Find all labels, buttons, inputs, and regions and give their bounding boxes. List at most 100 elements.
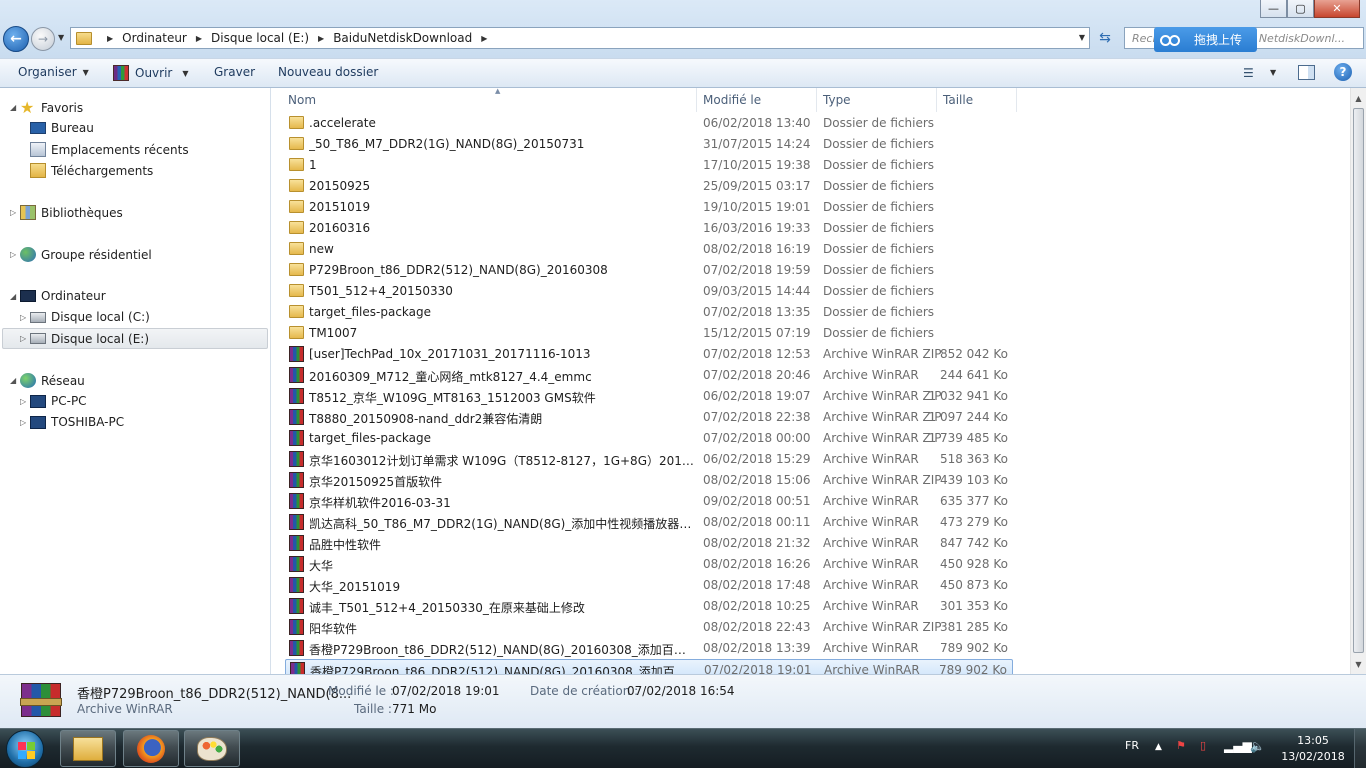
column-header-size[interactable]: Taille [937,88,1017,112]
show-desktop-button[interactable] [1354,729,1366,768]
table-row[interactable]: 诚丰_T501_512+4_20150330_在原来基础上修改 08/02/201… [285,596,1013,617]
start-button[interactable] [6,730,44,768]
expand-triangle-icon[interactable]: ▷ [10,250,20,259]
chevron-right-icon[interactable]: ▶ [107,34,113,43]
expand-triangle-icon[interactable]: ▷ [20,334,30,343]
file-modified: 07/02/2018 00:00 [703,431,811,445]
column-header-type[interactable]: Type [817,88,937,112]
nav-drive-c[interactable]: ▷ Disque local (C:) [20,310,150,324]
nav-recent-places[interactable]: Emplacements récents [30,142,189,157]
address-field[interactable]: ▶ Ordinateur ▶ Disque local (E:) ▶ Baidu… [70,27,1090,49]
expand-triangle-icon[interactable]: ◢ [10,292,20,301]
expand-triangle-icon[interactable]: ▷ [20,313,30,322]
table-row[interactable]: 品胜中性软件 08/02/2018 21:32 Archive WinRAR 847 … [285,533,1013,554]
nav-favorites[interactable]: ◢ ★ Favoris [10,100,83,116]
table-row[interactable]: 香橙P729Broon_t86_DDR2(512)_NAND(8G)_20160… [285,659,1013,674]
table-row[interactable]: T8512_京华_W109G_MT8163_1512003 GMS软件 06/02… [285,386,1013,407]
table-row[interactable]: [user]TechPad_10x_20171031_20171116-1013… [285,344,1013,365]
breadcrumb-computer[interactable]: Ordinateur [122,31,187,45]
show-hidden-icons-icon[interactable]: ▲ [1155,742,1162,752]
nav-downloads[interactable]: Téléchargements [30,163,153,178]
table-row[interactable]: 阳华软件 08/02/2018 22:43 Archive WinRAR ZIP 38… [285,617,1013,638]
chevron-right-icon[interactable]: ▶ [196,34,202,43]
expand-triangle-icon[interactable]: ▷ [10,208,20,217]
baidu-upload-button[interactable]: 拖拽上传 [1154,27,1257,52]
expand-triangle-icon[interactable]: ◢ [10,376,20,385]
table-row[interactable]: 20151019 19/10/2015 19:01 Dossier de fichi… [285,197,1013,218]
volume-icon[interactable]: 🔈 [1250,739,1265,753]
expand-triangle-icon[interactable]: ▷ [20,418,30,427]
table-row[interactable]: 大华 08/02/2018 16:26 Archive WinRAR 450 928 … [285,554,1013,575]
new-folder-button[interactable]: Nouveau dossier [278,65,378,79]
file-type: Archive WinRAR [823,641,919,655]
recent-pages-dropdown[interactable]: ▼ [58,33,64,42]
table-row[interactable]: target_files-package 07/02/2018 13:35 Doss… [285,302,1013,323]
nav-toshiba-pc[interactable]: ▷ TOSHIBA-PC [20,415,124,429]
taskbar-firefox[interactable] [123,730,179,767]
flag-icon[interactable]: ⚑ [1176,739,1186,752]
expand-triangle-icon[interactable]: ▷ [20,397,30,406]
clock[interactable]: 13:05 13/02/2018 [1278,733,1348,765]
table-row[interactable]: 京华1603012计划订单需求 W109G（T8512-8127，1G+8G）2… [285,449,1013,470]
table-row[interactable]: T8880_20150908-nand_ddr2兼容佑清朗 07/02/2018 … [285,407,1013,428]
chevron-down-icon[interactable]: ▼ [1270,68,1276,77]
pc-icon [30,394,46,408]
vertical-scrollbar[interactable]: ▲ ▼ [1350,88,1366,674]
back-button[interactable]: ← [3,26,29,52]
nav-libraries[interactable]: ▷ Bibliothèques [10,205,123,220]
maximize-button[interactable]: ▢ [1287,0,1314,18]
minimize-button[interactable]: — [1260,0,1287,18]
organize-button[interactable]: Organiser ▼ [18,65,89,79]
table-row[interactable]: P729Broon_t86_DDR2(512)_NAND(8G)_2016030… [285,260,1013,281]
column-header-modified[interactable]: Modifié le [697,88,817,112]
table-row[interactable]: 20160316 16/03/2016 19:33 Dossier de fichi… [285,218,1013,239]
taskbar-explorer[interactable] [60,730,116,767]
nav-homegroup[interactable]: ▷ Groupe résidentiel [10,247,152,262]
open-button[interactable]: Ouvrir ▼ [113,65,189,81]
scroll-down-arrow-icon[interactable]: ▼ [1351,656,1366,673]
nav-computer[interactable]: ◢ Ordinateur [10,289,106,303]
breadcrumb-baidu-folder[interactable]: BaiduNetdiskDownload [333,31,472,45]
chevron-down-icon[interactable]: ▼ [1079,33,1085,42]
chevron-down-icon[interactable]: ▼ [182,69,188,78]
table-row[interactable]: 京华20150925首版软件 08/02/2018 15:06 Archive Wi… [285,470,1013,491]
nav-desktop[interactable]: Bureau [30,121,94,135]
language-indicator[interactable]: FR [1125,739,1139,752]
table-row[interactable]: 20160309_M712_童心网络_mtk8127_4.4_emmc 07/02… [285,365,1013,386]
column-header-name[interactable]: Nom ▲ [282,88,697,112]
nav-pc-pc[interactable]: ▷ PC-PC [20,394,87,408]
view-options-icon[interactable]: ☰ [1243,66,1254,80]
preview-pane-icon[interactable] [1298,65,1315,80]
power-icon[interactable]: ▯ [1200,739,1206,752]
file-modified: 19/10/2015 19:01 [703,200,811,214]
signal-icon[interactable]: ▂▄▆ [1224,739,1252,753]
chevron-right-icon[interactable]: ▶ [481,34,487,43]
table-row[interactable]: 大华_20151019 08/02/2018 17:48 Archive WinRA… [285,575,1013,596]
table-row[interactable]: 香橙P729Broon_t86_DDR2(512)_NAND(8G)_20160… [285,638,1013,659]
table-row[interactable]: T501_512+4_20150330 09/03/2015 14:44 Dossi… [285,281,1013,302]
taskbar-paint[interactable] [184,730,240,767]
nav-drive-e[interactable]: ▷ Disque local (E:) [2,328,268,349]
expand-triangle-icon[interactable]: ◢ [10,103,20,112]
scrollbar-thumb[interactable] [1353,108,1364,653]
file-name: P729Broon_t86_DDR2(512)_NAND(8G)_2016030… [309,263,608,277]
table-row[interactable]: target_files-package 07/02/2018 00:00 Arch… [285,428,1013,449]
table-row[interactable]: TM1007 15/12/2015 07:19 Dossier de fichier… [285,323,1013,344]
file-type: Archive WinRAR ZIP [823,473,942,487]
table-row[interactable]: 凯达高科_50_T86_M7_DDR2(1G)_NAND(8G)_添加中性视频播… [285,512,1013,533]
table-row[interactable]: .accelerate 06/02/2018 13:40 Dossier de fi… [285,113,1013,134]
forward-button[interactable]: → [31,27,55,51]
nav-network[interactable]: ◢ Réseau [10,373,85,388]
refresh-button[interactable]: ⇆ [1094,28,1116,48]
table-row[interactable]: 1 17/10/2015 19:38 Dossier de fichiers [285,155,1013,176]
burn-button[interactable]: Graver [214,65,255,79]
table-row[interactable]: 京华样机软件2016-03-31 09/02/2018 00:51 Archive … [285,491,1013,512]
table-row[interactable]: new 08/02/2018 16:19 Dossier de fichiers [285,239,1013,260]
table-row[interactable]: _50_T86_M7_DDR2(1G)_NAND(8G)_20150731 31/… [285,134,1013,155]
breadcrumb-drive-e[interactable]: Disque local (E:) [211,31,309,45]
help-icon[interactable]: ? [1334,63,1352,81]
scroll-up-arrow-icon[interactable]: ▲ [1351,90,1366,107]
close-button[interactable]: ✕ [1314,0,1360,18]
table-row[interactable]: 20150925 25/09/2015 03:17 Dossier de fichi… [285,176,1013,197]
chevron-right-icon[interactable]: ▶ [318,34,324,43]
